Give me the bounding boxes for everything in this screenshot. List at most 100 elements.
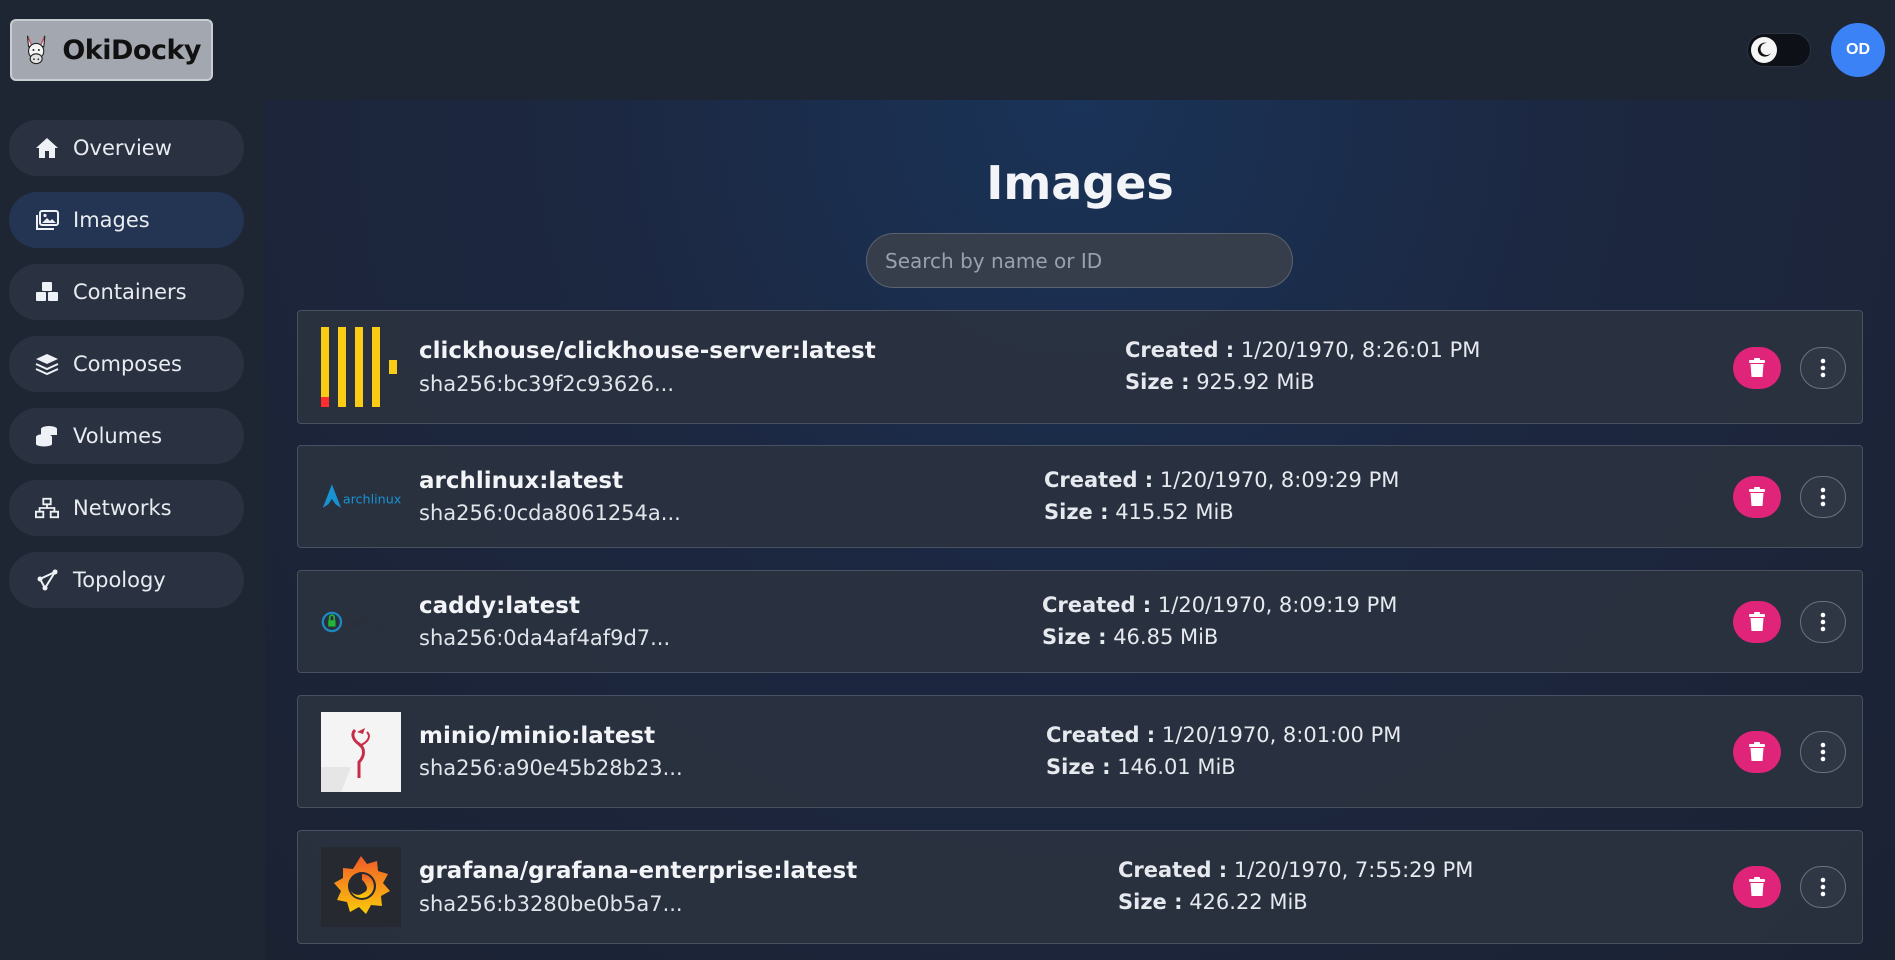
created-row: Created : 1/20/1970, 8:09:29 PM (1044, 468, 1399, 492)
trash-icon (1749, 877, 1765, 896)
donkey-logo-icon (26, 35, 46, 65)
image-hash: sha256:0da4af4af9d7... (419, 626, 671, 650)
coins-icon (35, 424, 59, 448)
more-options-button[interactable] (1800, 731, 1846, 773)
svg-text:caddy: caddy (345, 615, 386, 631)
grafana-logo (321, 847, 401, 927)
cubes-icon (35, 280, 59, 304)
more-options-button[interactable] (1800, 347, 1846, 389)
trash-icon (1749, 487, 1765, 506)
image-name: archlinux:latest (419, 468, 624, 494)
size-row: Size : 925.92 MiB (1125, 370, 1315, 394)
main-content: Images clickhouse/clickhouse-server:late… (265, 100, 1895, 960)
image-card[interactable]: grafana/grafana-enterprise:latest sha256… (297, 830, 1863, 944)
trash-icon (1749, 612, 1765, 631)
image-card[interactable]: clickhouse/clickhouse-server:latest sha2… (297, 310, 1863, 424)
trash-icon (1749, 358, 1765, 377)
created-value: 1/20/1970, 8:26:01 PM (1240, 338, 1481, 362)
size-label: Size : (1118, 890, 1183, 914)
size-label: Size : (1125, 370, 1190, 394)
created-value: 1/20/1970, 8:09:19 PM (1157, 593, 1398, 617)
sidebar-item-label: Topology (73, 568, 166, 592)
size-value: 426.22 MiB (1189, 890, 1308, 914)
moon-icon (1751, 37, 1777, 63)
size-row: Size : 415.52 MiB (1044, 500, 1234, 524)
image-hash: sha256:0cda8061254a... (419, 501, 681, 525)
image-hash: sha256:bc39f2c93626... (419, 372, 675, 396)
image-hash: sha256:a90e45b28b23... (419, 756, 683, 780)
more-options-button[interactable] (1800, 866, 1846, 908)
user-avatar[interactable]: OD (1831, 23, 1885, 77)
created-label: Created : (1044, 468, 1154, 492)
created-label: Created : (1046, 723, 1156, 747)
search-input[interactable] (866, 233, 1293, 288)
theme-toggle[interactable] (1747, 33, 1811, 67)
created-row: Created : 1/20/1970, 8:09:19 PM (1042, 593, 1397, 617)
sidebar-item-topology[interactable]: Topology (9, 552, 244, 608)
page-title: Images (986, 156, 1174, 210)
sidebar-item-label: Volumes (73, 424, 163, 448)
image-name: clickhouse/clickhouse-server:latest (419, 338, 876, 364)
sidebar-item-images[interactable]: Images (9, 192, 244, 248)
sidebar-item-label: Overview (73, 136, 172, 160)
network-icon (35, 496, 59, 520)
sidebar-item-composes[interactable]: Composes (9, 336, 244, 392)
created-row: Created : 1/20/1970, 7:55:29 PM (1118, 858, 1473, 882)
size-label: Size : (1044, 500, 1109, 524)
sidebar: Overview Images Containers Composes Volu… (0, 100, 265, 960)
sidebar-item-networks[interactable]: Networks (9, 480, 244, 536)
size-value: 415.52 MiB (1115, 500, 1234, 524)
svg-text:archlinux: archlinux (343, 491, 401, 506)
created-value: 1/20/1970, 8:09:29 PM (1159, 468, 1400, 492)
created-value: 1/20/1970, 8:01:00 PM (1161, 723, 1402, 747)
app-name: OkiDocky (62, 34, 201, 66)
image-name: caddy:latest (419, 593, 580, 619)
sidebar-item-volumes[interactable]: Volumes (9, 408, 244, 464)
created-label: Created : (1042, 593, 1152, 617)
kebab-menu-icon (1820, 358, 1826, 378)
more-options-button[interactable] (1800, 601, 1846, 643)
more-options-button[interactable] (1800, 476, 1846, 518)
image-hash: sha256:b3280be0b5a7... (419, 892, 683, 916)
image-card[interactable]: caddy caddy:latest sha256:0da4af4af9d7..… (297, 570, 1863, 673)
layers-icon (35, 352, 59, 376)
sidebar-item-label: Containers (73, 280, 187, 304)
sidebar-item-label: Networks (73, 496, 172, 520)
size-label: Size : (1046, 755, 1111, 779)
delete-button[interactable] (1733, 601, 1781, 643)
image-card[interactable]: minio/minio:latest sha256:a90e45b28b23..… (297, 695, 1863, 808)
sidebar-item-overview[interactable]: Overview (9, 120, 244, 176)
caddy-logo: caddy (321, 582, 401, 662)
kebab-menu-icon (1820, 742, 1826, 762)
delete-button[interactable] (1733, 347, 1781, 389)
delete-button[interactable] (1733, 866, 1781, 908)
top-header: OkiDocky OD (0, 0, 1895, 100)
created-label: Created : (1125, 338, 1235, 362)
image-card[interactable]: archlinux archlinux:latest sha256:0cda80… (297, 445, 1863, 548)
created-row: Created : 1/20/1970, 8:26:01 PM (1125, 338, 1480, 362)
app-logo-button[interactable]: OkiDocky (10, 19, 213, 81)
images-icon (35, 208, 59, 232)
size-label: Size : (1042, 625, 1107, 649)
sidebar-item-containers[interactable]: Containers (9, 264, 244, 320)
created-value: 1/20/1970, 7:55:29 PM (1233, 858, 1474, 882)
kebab-menu-icon (1820, 877, 1826, 897)
size-row: Size : 46.85 MiB (1042, 625, 1218, 649)
home-icon (35, 136, 59, 160)
minio-logo (321, 712, 401, 792)
size-row: Size : 426.22 MiB (1118, 890, 1308, 914)
created-row: Created : 1/20/1970, 8:01:00 PM (1046, 723, 1401, 747)
size-value: 925.92 MiB (1196, 370, 1315, 394)
size-value: 146.01 MiB (1117, 755, 1236, 779)
sidebar-item-label: Images (73, 208, 150, 232)
archlinux-logo: archlinux (321, 457, 401, 537)
delete-button[interactable] (1733, 731, 1781, 773)
created-label: Created : (1118, 858, 1228, 882)
delete-button[interactable] (1733, 476, 1781, 518)
image-name: grafana/grafana-enterprise:latest (419, 858, 858, 884)
sidebar-item-label: Composes (73, 352, 182, 376)
image-name: minio/minio:latest (419, 723, 656, 749)
trash-icon (1749, 742, 1765, 761)
kebab-menu-icon (1820, 612, 1826, 632)
topology-icon (35, 568, 59, 592)
